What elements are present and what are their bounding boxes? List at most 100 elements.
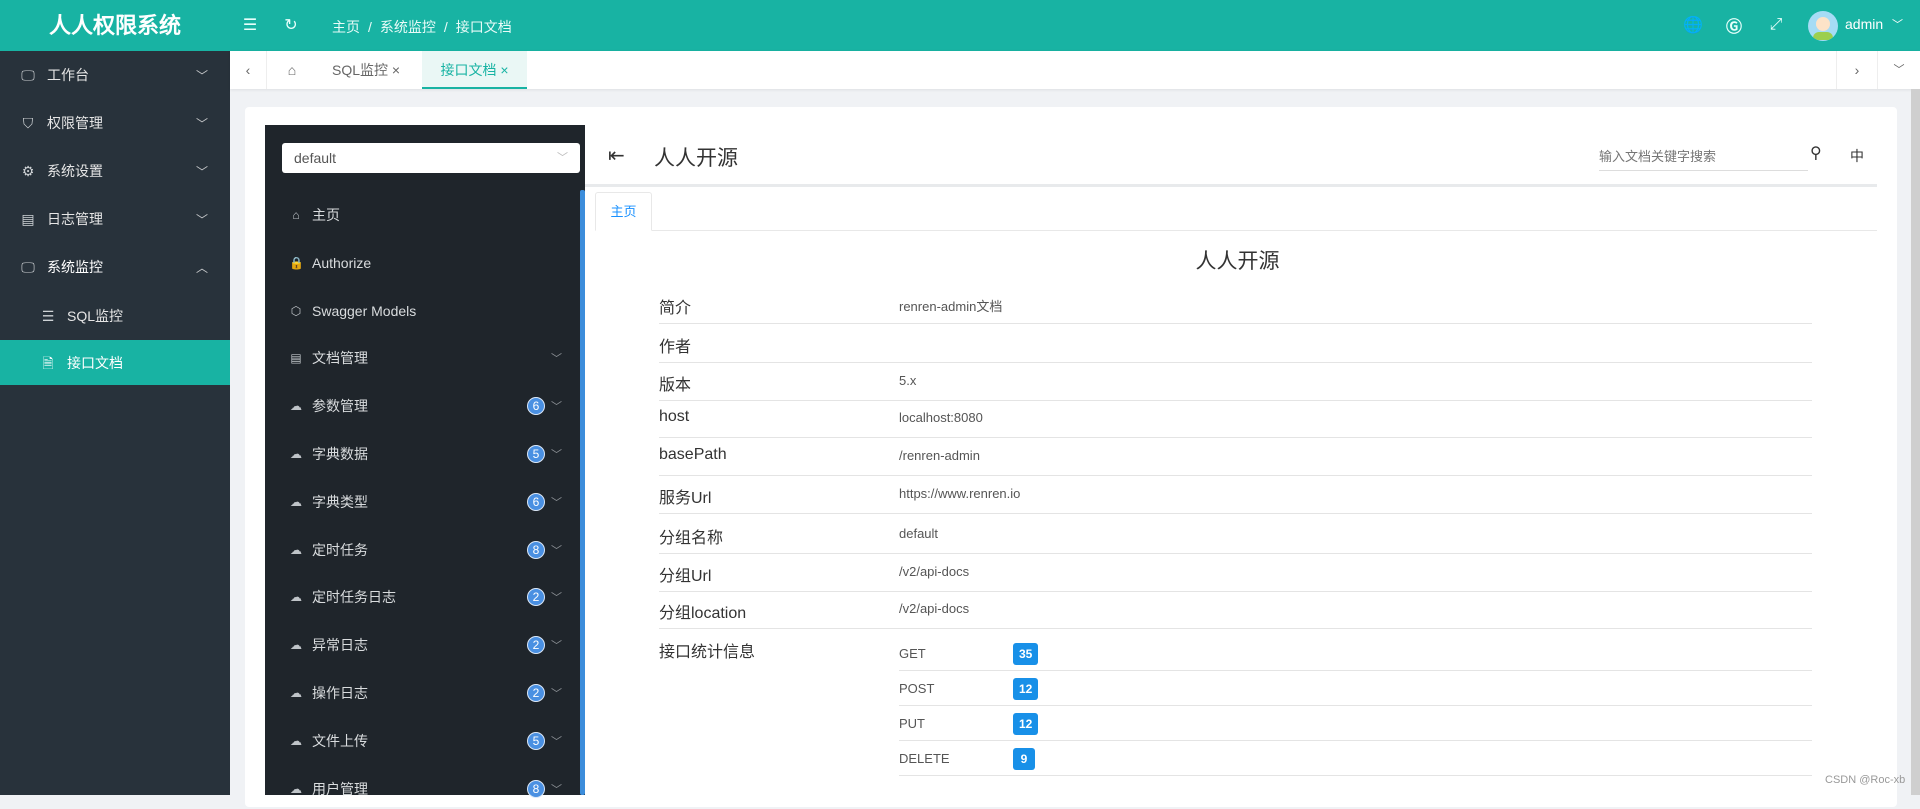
doc-nav-item[interactable]: ☁ 参数管理 6 ﹀ <box>265 386 580 426</box>
tab-sql-monitor[interactable]: SQL监控 × <box>332 51 400 89</box>
chevron-down-icon: ﹀ <box>551 353 562 366</box>
close-icon[interactable]: × <box>500 62 508 78</box>
tab-label: SQL监控 <box>332 62 389 78</box>
info-row: 简介 renren-admin文档 <box>659 286 1812 324</box>
fullscreen-icon[interactable]: ⤢ <box>1766 15 1786 35</box>
doc-nav-item[interactable]: ☁ 定时任务 8 ﹀ <box>265 530 580 570</box>
cloud-icon: ☁ <box>290 686 302 700</box>
group-select[interactable]: default ﹀ <box>282 143 580 173</box>
doc-nav-label: 字典数据 <box>312 446 368 462</box>
count-badge: 2 <box>527 588 545 607</box>
info-label: host <box>659 408 690 425</box>
watermark: CSDN @Roc-xb <box>1825 774 1906 786</box>
home-tab-icon[interactable]: ⌂ <box>282 51 302 89</box>
doc-nav-label: Authorize <box>312 254 372 271</box>
nav-icon: ⬡ <box>290 303 302 318</box>
doc-tab-home[interactable]: 主页 <box>595 192 652 231</box>
info-row: 分组名称 default <box>659 516 1812 554</box>
breadcrumb-home[interactable]: 主页 <box>332 19 360 35</box>
tab-label: 接口文档 <box>440 62 497 78</box>
chevron-down-icon: ﹀ <box>196 164 209 179</box>
sidebar-item-permission[interactable]: ⛉ 权限管理 ﹀ <box>0 99 230 147</box>
page-scrollbar[interactable] <box>1911 89 1920 795</box>
doc-nav-item[interactable]: ☁ 定时任务日志 2 ﹀ <box>265 577 580 617</box>
info-value: 5.x <box>899 373 917 388</box>
doc-nav-item[interactable]: ☁ 用户管理 8 ﹀ <box>265 769 580 809</box>
tabs-menu-chevron-icon[interactable]: ﹀ <box>1877 51 1920 89</box>
doc-nav-item[interactable]: ⬡ Swagger Models <box>265 291 580 331</box>
nav-icon: 🔒 <box>289 255 304 270</box>
cloud-icon: ☁ <box>290 542 302 557</box>
doc-nav-label: 文件上传 <box>312 732 368 749</box>
gitee-icon[interactable]: Ⓖ <box>1724 15 1744 36</box>
database-icon: ☰ <box>41 308 55 324</box>
search-icon[interactable]: ⚲ <box>1810 143 1822 163</box>
collapse-doc-nav-icon[interactable]: ⇤ <box>608 143 625 168</box>
info-label: 版本 <box>659 377 692 394</box>
doc-nav-item[interactable]: ▤ 文档管理 ﹀ <box>265 338 580 378</box>
globe-icon[interactable]: 🌐 <box>1683 15 1703 35</box>
chevron-down-icon: ﹀ <box>551 496 562 509</box>
doc-nav-label: 操作日志 <box>312 685 368 701</box>
group-select-value: default <box>294 150 337 166</box>
chevron-down-icon: ﹀ <box>551 735 562 748</box>
sidebar-item-api-docs[interactable]: 🗎 接口文档 <box>0 340 230 385</box>
cloud-icon: ☁ <box>290 399 302 414</box>
refresh-icon[interactable]: ↻ <box>281 15 301 35</box>
method-stat-row: POST 12 <box>899 671 1812 706</box>
doc-nav-label: 文档管理 <box>312 350 368 367</box>
doc-search-input[interactable] <box>1599 143 1808 171</box>
cloud-icon: ☁ <box>290 494 302 509</box>
info-value: /renren-admin <box>899 448 980 463</box>
doc-nav-label: 字典类型 <box>312 493 368 510</box>
chevron-down-icon: ﹀ <box>551 640 562 653</box>
doc-nav-item[interactable]: ⌂ 主页 <box>265 195 580 235</box>
chevron-down-icon: ﹀ <box>196 68 209 83</box>
doc-nav-item[interactable]: ☁ 字典数据 5 ﹀ <box>265 434 580 474</box>
chevron-down-icon: ﹀ <box>551 783 562 796</box>
info-label: 简介 <box>659 300 692 317</box>
doc-nav-scrollbar[interactable] <box>580 190 585 795</box>
tabs-scroll-left-icon[interactable]: ‹ <box>230 51 267 89</box>
doc-title: 人人开源 <box>654 147 738 170</box>
doc-nav-item[interactable]: ☁ 异常日志 2 ﹀ <box>265 625 580 665</box>
count-badge: 12 <box>1013 678 1039 700</box>
info-label: 服务Url <box>659 490 712 507</box>
sidebar-item-logs[interactable]: ▤ 日志管理 ﹀ <box>0 195 230 243</box>
doc-nav-label: 主页 <box>312 207 340 223</box>
tabs-scroll-right-icon[interactable]: › <box>1836 51 1877 89</box>
document-icon: 🗎 <box>42 354 54 371</box>
sidebar-item-workbench[interactable]: 🖵 工作台 ﹀ <box>0 51 230 99</box>
method-stat-row: DELETE 9 <box>899 741 1812 776</box>
count-badge: 6 <box>527 492 545 511</box>
doc-nav-label: 参数管理 <box>312 398 368 415</box>
collapse-menu-icon[interactable]: ☰ <box>240 15 260 35</box>
info-row: host localhost:8080 <box>659 400 1812 438</box>
shield-icon: ⛉ <box>22 115 34 131</box>
doc-nav-item[interactable]: ☁ 字典类型 6 ﹀ <box>265 482 580 522</box>
breadcrumb-monitor[interactable]: 系统监控 <box>380 19 436 35</box>
sidebar-item-label: 日志管理 <box>47 211 103 227</box>
cloud-icon: ☁ <box>290 733 302 748</box>
sidebar-item-sql-monitor[interactable]: ☰ SQL监控 <box>0 292 230 340</box>
language-toggle[interactable]: 中 <box>1850 146 1864 166</box>
doc-nav-item[interactable]: 🔒 Authorize <box>265 243 580 283</box>
chevron-down-icon: ﹀ <box>196 212 209 227</box>
doc-nav-label: 用户管理 <box>312 780 368 797</box>
chevron-down-icon[interactable]: ﹀ <box>1892 16 1903 32</box>
user-name[interactable]: admin <box>1845 16 1883 32</box>
sidebar-item-settings[interactable]: ⚙ 系统设置 ﹀ <box>0 147 230 195</box>
info-label: 分组Url <box>659 568 712 585</box>
tab-api-docs[interactable]: 接口文档 × <box>422 51 527 89</box>
close-icon[interactable]: × <box>392 62 400 78</box>
doc-nav-item[interactable]: ☁ 操作日志 2 ﹀ <box>265 673 580 713</box>
info-label: 分组location <box>659 605 747 622</box>
count-badge: 2 <box>527 636 545 655</box>
cloud-icon: ☁ <box>290 447 302 461</box>
top-header: 人人权限系统 ☰ ↻ 主页 / 系统监控 / 接口文档 🌐 Ⓖ ⤢ admin ﹀ <box>0 0 1920 51</box>
sidebar-item-monitor[interactable]: 🖵 系统监控 ︿ <box>0 243 230 291</box>
sidebar-item-label: 接口文档 <box>67 354 123 371</box>
stats-label: 接口统计信息 <box>659 644 756 661</box>
avatar[interactable] <box>1808 11 1838 41</box>
doc-nav-item[interactable]: ☁ 文件上传 5 ﹀ <box>265 721 580 761</box>
